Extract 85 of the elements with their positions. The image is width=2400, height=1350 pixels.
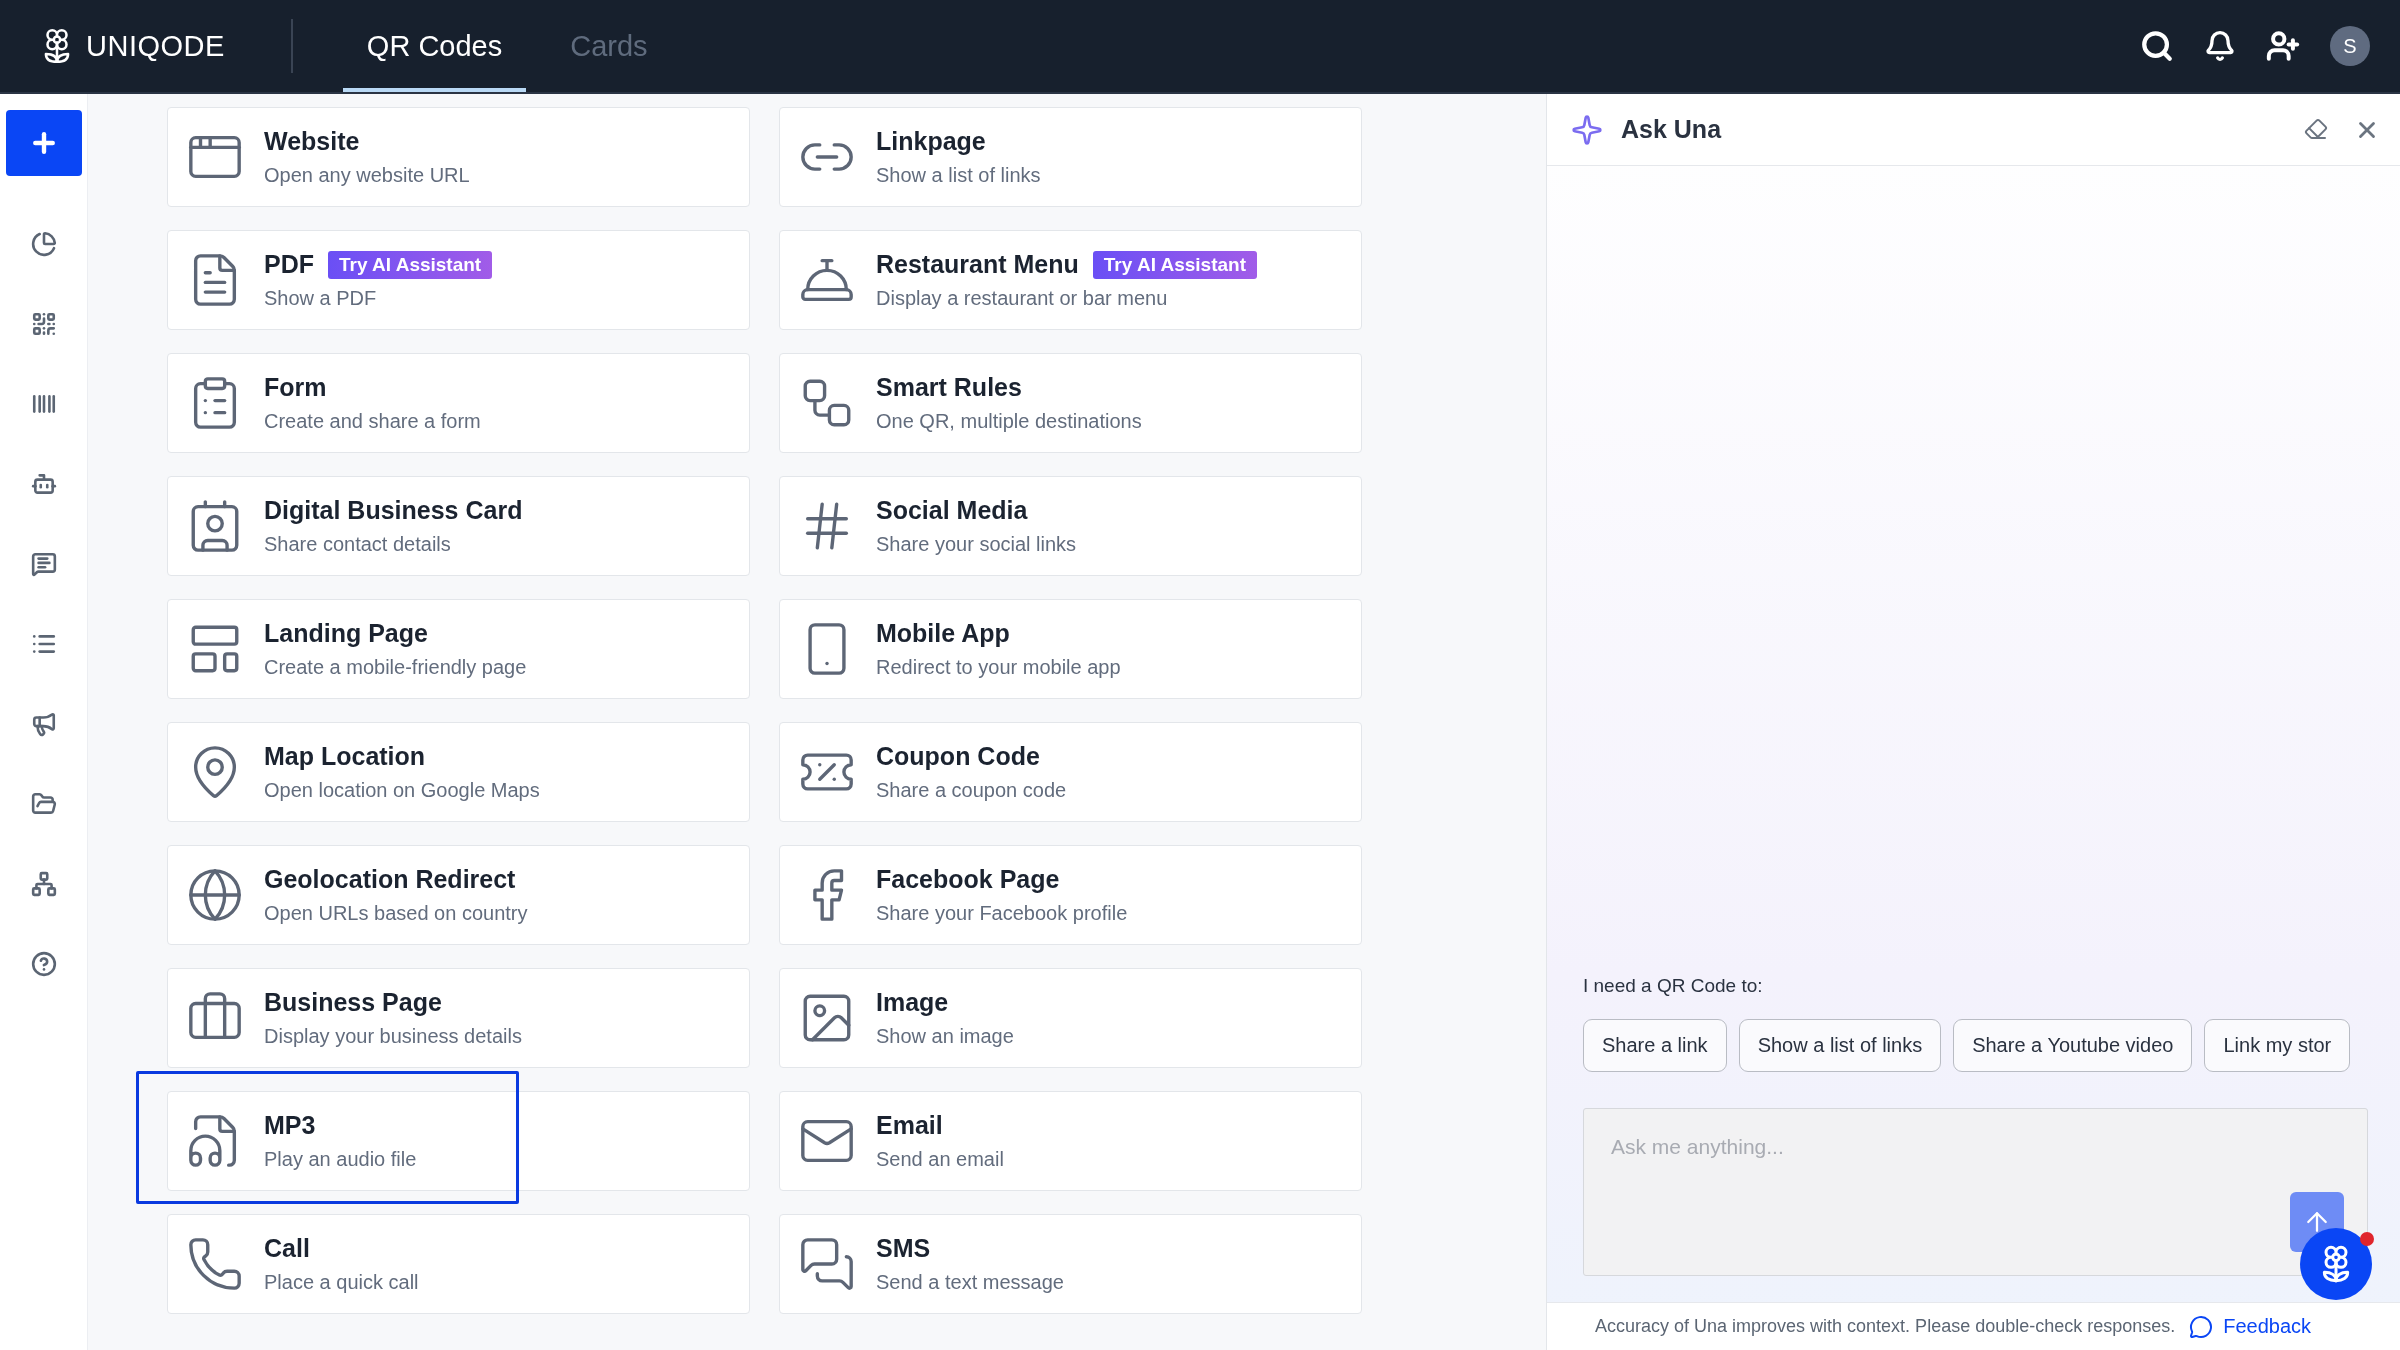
suggestion-chip[interactable]: Link my stor [2204, 1019, 2351, 1072]
card-subtitle: Display a restaurant or bar menu [876, 287, 1169, 310]
prompt-label: I need a QR Code to: [1583, 975, 1764, 997]
card-title: Linkpage [876, 127, 986, 156]
qr-type-card[interactable]: Map Location Open location on Google Maps [167, 722, 750, 822]
card-subtitle: One QR, multiple destinations [876, 410, 1142, 433]
add-user-icon[interactable] [2266, 29, 2300, 63]
card-subtitle: Share your social links [876, 533, 1077, 556]
globe-icon [186, 866, 244, 924]
card-subtitle: Open URLs based on country [264, 902, 528, 925]
assistant-button[interactable] [2300, 1228, 2372, 1300]
qr-type-card[interactable]: Landing Page Create a mobile-friendly page [167, 599, 750, 699]
card-title: SMS [876, 1234, 931, 1263]
card-subtitle: Share your Facebook profile [876, 902, 1128, 925]
card-subtitle: Share contact details [264, 533, 452, 556]
card-title: Digital Business Card [264, 496, 523, 525]
qr-type-card[interactable]: PDF Try AI Assistant Show a PDF [167, 230, 750, 330]
card-title: Map Location [264, 742, 426, 771]
ai-badge: Try AI Assistant [1092, 250, 1257, 279]
card-subtitle: Open location on Google Maps [264, 779, 540, 802]
card-title: Image [876, 988, 949, 1017]
notification-dot [2360, 1232, 2374, 1246]
qr-type-card[interactable]: Social Media Share your social links [779, 476, 1362, 576]
bell-icon[interactable] [2204, 30, 2236, 62]
card-subtitle: Redirect to your mobile app [876, 656, 1121, 679]
nav-tab[interactable]: QR Codes [342, 0, 527, 92]
feedback-link[interactable]: Feedback [2189, 1314, 2312, 1339]
qr-type-card[interactable]: Geolocation Redirect Open URLs based on country [167, 845, 750, 945]
card-subtitle: Share a coupon code [876, 779, 1067, 802]
card-title: Landing Page [264, 619, 428, 648]
sparkle-icon [1571, 113, 1603, 146]
qr-type-card[interactable]: Digital Business Card Share contact details [167, 476, 750, 576]
disclaimer-text: Accuracy of Una improves with context. Please double-check responses. [1595, 1316, 2176, 1337]
suggestion-chip[interactable]: Share a link [1583, 1019, 1727, 1072]
qr-type-card[interactable]: Website Open any website URL [167, 107, 750, 207]
logo-text: UNIQODE [86, 29, 225, 63]
search-icon[interactable] [2140, 29, 2174, 63]
card-title: Mobile App [876, 619, 1010, 648]
card-subtitle: Send an email [876, 1148, 1004, 1171]
card-title: PDF [264, 250, 314, 279]
chat-input[interactable]: Ask me anything... [1583, 1108, 2368, 1276]
card-title: Website [264, 127, 360, 156]
card-title: Call [264, 1234, 310, 1263]
qr-type-card[interactable]: Smart Rules One QR, multiple destinations [779, 353, 1362, 453]
card-title: Social Media [876, 496, 1028, 525]
qr-type-card[interactable]: Business Page Display your business details [167, 968, 750, 1068]
card-title: Email [876, 1111, 943, 1140]
card-subtitle: Show an image [876, 1025, 1014, 1048]
qr-type-card[interactable]: Facebook Page Share your Facebook profile [779, 845, 1362, 945]
card-subtitle: Display your business details [264, 1025, 522, 1048]
card-title: Business Page [264, 988, 442, 1017]
card-subtitle: Show a PDF [264, 287, 378, 310]
card-subtitle: Play an audio file [264, 1148, 417, 1171]
card-title: Geolocation Redirect [264, 865, 516, 894]
avatar[interactable]: S [2330, 26, 2370, 66]
card-subtitle: Create and share a form [264, 410, 481, 433]
ai-badge: Try AI Assistant [328, 250, 493, 279]
chat-title: Ask Una [1621, 115, 1722, 144]
qr-type-card[interactable]: Image Show an image [779, 968, 1362, 1068]
qr-type-card[interactable]: Mobile App Redirect to your mobile app [779, 599, 1362, 699]
card-title: MP3 [264, 1111, 316, 1140]
card-subtitle: Open any website URL [264, 164, 470, 187]
create-button[interactable] [5, 110, 82, 176]
chat-bubbles-icon [798, 1235, 856, 1293]
card-subtitle: Place a quick call [264, 1271, 419, 1294]
suggestion-chip[interactable]: Share a Youtube video [1953, 1019, 2193, 1072]
card-title: Restaurant Menu [876, 250, 1079, 279]
phone-icon [186, 1235, 244, 1293]
card-subtitle: Send a text message [876, 1271, 1064, 1294]
qr-type-card[interactable]: Form Create and share a form [167, 353, 750, 453]
qr-type-card[interactable]: SMS Send a text message [779, 1214, 1362, 1314]
card-title: Facebook Page [876, 865, 1060, 894]
qr-type-card[interactable]: Coupon Code Share a coupon code [779, 722, 1362, 822]
qr-type-card[interactable]: Call Place a quick call [167, 1214, 750, 1314]
qr-type-card[interactable]: MP3 Play an audio file [167, 1091, 750, 1191]
card-title: Smart Rules [876, 373, 1022, 402]
qr-type-card[interactable]: Email Send an email [779, 1091, 1362, 1191]
suggestion-chip[interactable]: Show a list of links [1738, 1019, 1942, 1072]
chat-bubble-icon [2189, 1314, 2214, 1339]
card-title: Coupon Code [876, 742, 1040, 771]
qr-type-card[interactable]: Linkpage Show a list of links [779, 107, 1362, 207]
card-title: Form [264, 373, 327, 402]
qr-type-card[interactable]: Restaurant Menu Try AI Assistant Display a restaurant or bar menu [779, 230, 1362, 330]
card-subtitle: Create a mobile-friendly page [264, 656, 527, 679]
card-subtitle: Show a list of links [876, 164, 1041, 187]
